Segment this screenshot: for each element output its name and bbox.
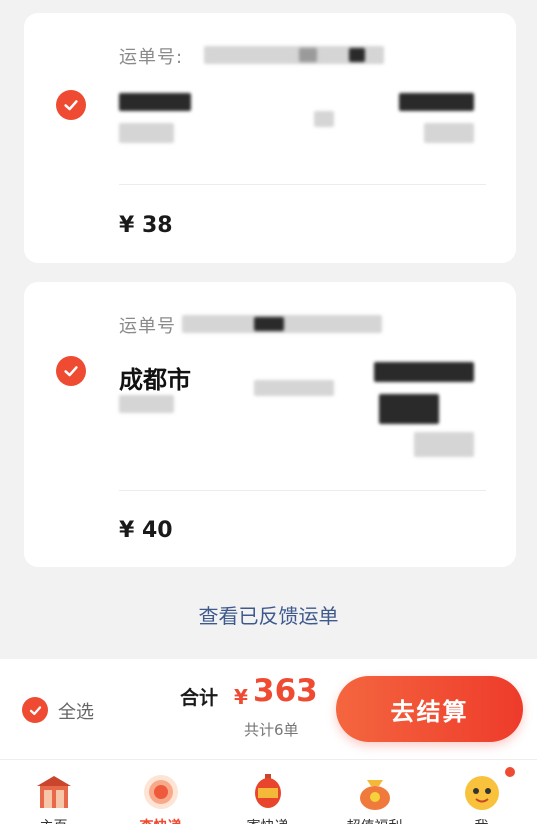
sender-city: 成都市: [119, 366, 191, 394]
view-feedback-orders-link[interactable]: 查看已反馈运单: [0, 600, 537, 629]
bottom-tab-bar: 主页 查快递 寄快递 超值福利 我: [0, 759, 537, 824]
order-checkbox[interactable]: [56, 90, 86, 120]
tab-label: 超值福利: [321, 816, 428, 824]
order-card[interactable]: 运单号 成都市 ¥ 40: [24, 282, 516, 567]
checkmark-icon: [64, 100, 78, 111]
tab-send-package[interactable]: 寄快递: [214, 760, 321, 824]
select-all-checkbox[interactable]: [22, 697, 48, 723]
home-gate-icon: [36, 776, 71, 808]
divider: [119, 184, 486, 185]
mascot-avatar-icon: [464, 776, 499, 810]
redacted-status: [254, 380, 334, 396]
waybill-label: 运单号: [119, 316, 176, 337]
redacted-block: [254, 317, 284, 331]
redacted-block: [349, 48, 365, 62]
select-all-label[interactable]: 全选: [58, 698, 94, 724]
redacted-receiver-city: [399, 93, 474, 111]
redacted-sender-city: [119, 93, 191, 111]
divider: [119, 490, 486, 491]
redacted-block: [299, 48, 317, 62]
redacted-status: [314, 111, 334, 127]
redacted-sender-detail: [119, 395, 174, 413]
tab-me[interactable]: 我: [428, 760, 535, 824]
total-amount: 363: [253, 673, 318, 709]
checkmark-icon: [29, 705, 41, 715]
tab-home[interactable]: 主页: [0, 760, 107, 824]
search-package-icon: [143, 775, 178, 809]
notification-dot: [505, 767, 515, 777]
order-price: ¥ 38: [119, 213, 173, 238]
checkout-button[interactable]: 去结算: [336, 676, 523, 742]
order-count: 共计6单: [244, 721, 299, 739]
redacted-receiver-city: [374, 362, 474, 382]
redacted-receiver-extra: [414, 432, 474, 457]
tab-label: 我: [428, 816, 535, 824]
waybill-label: 运单号:: [119, 47, 184, 68]
redacted-sender-detail: [119, 123, 174, 143]
total-label: 合计: [180, 687, 219, 709]
redacted-receiver-detail: [379, 394, 439, 424]
checkmark-icon: [64, 366, 78, 377]
total-currency: ¥: [234, 685, 248, 709]
order-card[interactable]: 运单号: ¥ 38: [24, 13, 516, 263]
lantern-package-icon: [254, 774, 281, 808]
checkout-bar: 全选 合计 ¥ 363 共计6单 去结算: [0, 659, 537, 759]
tab-label: 寄快递: [214, 816, 321, 824]
redacted-receiver-detail: [424, 123, 474, 143]
order-price: ¥ 40: [119, 518, 173, 543]
tab-deals[interactable]: 超值福利: [321, 760, 428, 824]
tab-track-package[interactable]: 查快递: [107, 760, 214, 824]
tab-label: 主页: [0, 816, 107, 824]
lucky-bag-icon: [359, 780, 390, 810]
order-checkbox[interactable]: [56, 356, 86, 386]
tab-label: 查快递: [107, 816, 214, 824]
